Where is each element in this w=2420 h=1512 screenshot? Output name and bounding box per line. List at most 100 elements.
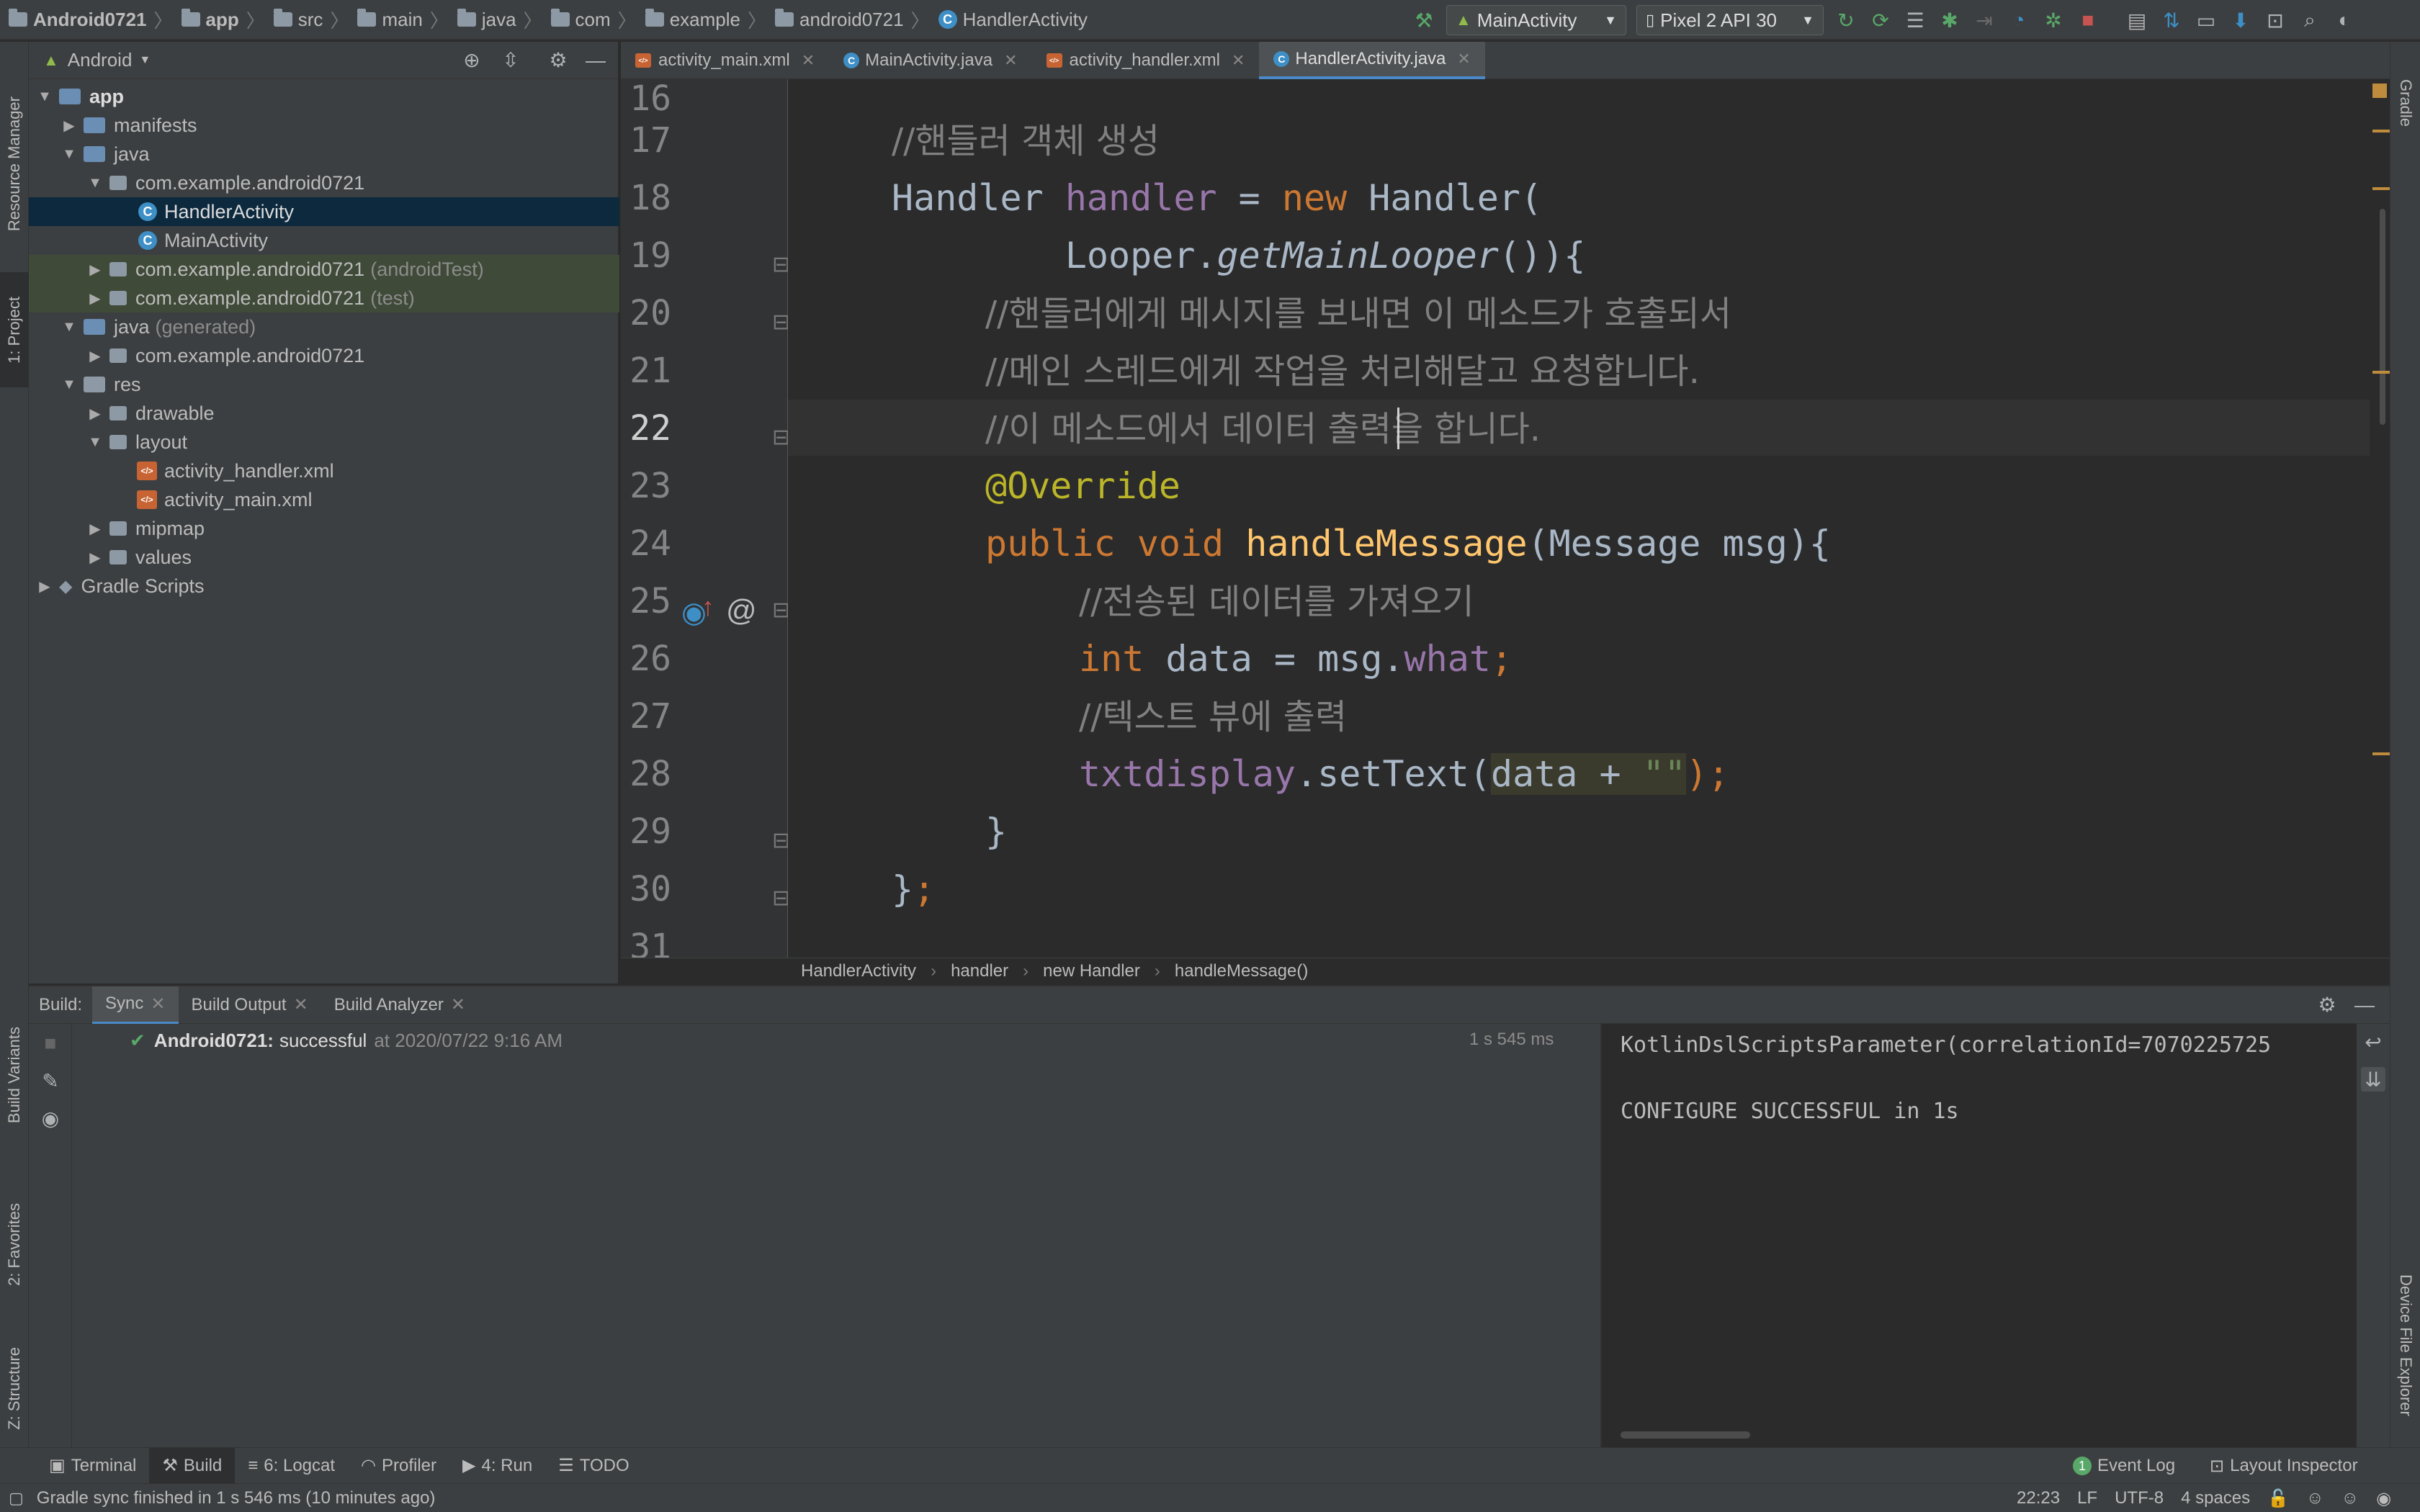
editor-scrollbar[interactable] bbox=[2370, 79, 2390, 958]
tab-activity-handler-xml[interactable]: </> activity_handler.xml ✕ bbox=[1032, 42, 1260, 79]
crumb-example[interactable]: example bbox=[670, 9, 740, 31]
debug-icon[interactable]: ✱ bbox=[1937, 8, 1962, 32]
close-icon[interactable]: ✕ bbox=[1457, 50, 1470, 68]
notifications-icon[interactable]: ◉ bbox=[2376, 1488, 2391, 1509]
expanded-arrow-icon[interactable]: ▼ bbox=[60, 377, 78, 393]
warning-mark[interactable] bbox=[2372, 752, 2390, 755]
attach-bug-icon[interactable]: ✲ bbox=[2041, 8, 2066, 32]
tab-build-analyzer[interactable]: Build Analyzer ✕ bbox=[321, 986, 478, 1024]
tool-logcat[interactable]: ≡ 6: Logcat bbox=[235, 1448, 348, 1484]
tree-item-manifests[interactable]: ▶ manifests bbox=[29, 111, 619, 140]
view-mode-select[interactable]: Android bbox=[68, 49, 133, 71]
tool-build[interactable]: ⚒ Build bbox=[149, 1447, 236, 1484]
collapsed-arrow-icon[interactable]: ▶ bbox=[36, 577, 53, 595]
tree-item-layout[interactable]: ▼ layout bbox=[29, 428, 619, 456]
collapsed-arrow-icon[interactable]: ▶ bbox=[86, 289, 104, 307]
gear-icon[interactable]: ⚙ bbox=[546, 48, 570, 73]
tab-resource-manager[interactable]: Resource Manager bbox=[0, 56, 29, 272]
tree-item-main-activity[interactable]: C MainActivity bbox=[29, 226, 619, 255]
tab-handler-activity-java[interactable]: C HandlerActivity.java ✕ bbox=[1259, 41, 1485, 79]
editor-crumb-method[interactable]: handleMessage() bbox=[1175, 961, 1308, 981]
tree-item-handler-activity[interactable]: C HandlerActivity bbox=[29, 197, 619, 226]
scroll-to-end-icon[interactable]: ⇊ bbox=[2361, 1067, 2385, 1092]
chevron-down-icon[interactable]: ▼ bbox=[139, 54, 151, 67]
editor-crumb-field[interactable]: handler bbox=[951, 961, 1008, 981]
close-icon[interactable]: ✕ bbox=[451, 994, 465, 1015]
memory-icon[interactable]: ☺ bbox=[2341, 1488, 2360, 1508]
tab-build-output[interactable]: Build Output ✕ bbox=[179, 986, 321, 1024]
locate-icon[interactable]: ⊕ bbox=[460, 48, 484, 73]
annotation-icon[interactable]: @ bbox=[726, 593, 757, 628]
override-arrow-icon[interactable]: ↑ bbox=[702, 592, 714, 622]
close-icon[interactable]: ✕ bbox=[802, 51, 815, 70]
crumb-java[interactable]: java bbox=[482, 9, 516, 31]
collapsed-arrow-icon[interactable]: ▶ bbox=[86, 520, 104, 538]
file-encoding[interactable]: UTF-8 bbox=[2115, 1488, 2164, 1508]
warning-mark[interactable] bbox=[2372, 130, 2390, 132]
sync-gradle-icon[interactable]: ⇅ bbox=[2159, 8, 2184, 32]
tree-item-test[interactable]: ▶ com.example.android0721 (test) bbox=[29, 284, 619, 312]
tree-item-package[interactable]: ▼ com.example.android0721 bbox=[29, 168, 619, 197]
warning-mark[interactable] bbox=[2372, 371, 2390, 374]
status-message[interactable]: Gradle sync finished in 1 s 546 ms (10 m… bbox=[37, 1488, 436, 1508]
ide-update-icon[interactable]: ◐ bbox=[2332, 8, 2357, 32]
device-select[interactable]: ▯ Pixel 2 API 30 ▼ bbox=[1636, 5, 1824, 35]
crumb-main[interactable]: main bbox=[382, 9, 422, 31]
layout-inspector-icon[interactable]: ⊡ bbox=[2263, 8, 2287, 32]
eye-icon[interactable]: ◉ bbox=[38, 1106, 63, 1130]
sdk-manager-icon[interactable]: ⬇ bbox=[2228, 8, 2253, 32]
tab-device-file-explorer[interactable]: Device File Explorer bbox=[2390, 1237, 2420, 1453]
lock-icon[interactable]: 🔓 bbox=[2267, 1488, 2289, 1509]
crumb-com[interactable]: com bbox=[575, 9, 611, 31]
run-config-select[interactable]: ▲ MainActivity ▼ bbox=[1446, 5, 1626, 35]
apply-changes-icon[interactable]: ⟳ bbox=[1868, 8, 1893, 32]
tab-sync[interactable]: Sync ✕ bbox=[92, 986, 179, 1024]
collapsed-arrow-icon[interactable]: ▶ bbox=[86, 405, 104, 423]
tree-item-generated-package[interactable]: ▶ com.example.android0721 bbox=[29, 341, 619, 370]
crumb-app[interactable]: app bbox=[206, 9, 239, 31]
tree-item-app[interactable]: ▼ app bbox=[29, 82, 619, 111]
tree-item-values[interactable]: ▶ values bbox=[29, 543, 619, 572]
indent-setting[interactable]: 4 spaces bbox=[2181, 1488, 2250, 1508]
collapsed-arrow-icon[interactable]: ▶ bbox=[60, 117, 78, 135]
window-icon[interactable]: ▢ bbox=[9, 1489, 24, 1508]
collapse-all-icon[interactable]: ⇳ bbox=[498, 48, 523, 73]
tree-item-activity-handler-xml[interactable]: </> activity_handler.xml bbox=[29, 456, 619, 485]
tool-todo[interactable]: ☰ TODO bbox=[545, 1448, 642, 1484]
editor-crumb-anon[interactable]: new Handler bbox=[1043, 961, 1140, 981]
tree-item-android-test[interactable]: ▶ com.example.android0721 (androidTest) bbox=[29, 255, 619, 284]
expanded-arrow-icon[interactable]: ▼ bbox=[60, 146, 78, 163]
horizontal-scrollbar[interactable] bbox=[1621, 1431, 1750, 1439]
tool-profiler[interactable]: ◠ Profiler bbox=[348, 1448, 449, 1484]
crumb-project[interactable]: Android0721 bbox=[33, 9, 147, 31]
minimize-icon[interactable]: — bbox=[2352, 993, 2377, 1017]
hammer-icon[interactable]: ⚒ bbox=[1412, 8, 1436, 32]
close-icon[interactable]: ✕ bbox=[151, 994, 165, 1014]
stop-icon[interactable]: ■ bbox=[38, 1031, 63, 1056]
tree-item-activity-main-xml[interactable]: </> activity_main.xml bbox=[29, 485, 619, 514]
crumb-src[interactable]: src bbox=[298, 9, 323, 31]
tool-layout-inspector[interactable]: ⊡ Layout Inspector bbox=[2197, 1448, 2371, 1484]
tree-item-gradle-scripts[interactable]: ▶ ◆ Gradle Scripts bbox=[29, 572, 619, 600]
attach-debugger-icon[interactable]: ⇥ bbox=[1972, 8, 1996, 32]
build-console[interactable]: KotlinDslScriptsParameter(correlationId=… bbox=[1600, 1024, 2357, 1449]
crumb-class[interactable]: HandlerActivity bbox=[963, 9, 1088, 31]
collapsed-arrow-icon[interactable]: ▶ bbox=[86, 549, 104, 567]
crumb-package[interactable]: android0721 bbox=[799, 9, 904, 31]
close-icon[interactable]: ✕ bbox=[294, 994, 308, 1015]
tab-project[interactable]: 1: Project bbox=[0, 272, 29, 387]
tool-terminal[interactable]: ▣ Terminal bbox=[36, 1448, 149, 1484]
tool-event-log[interactable]: 1 Event Log bbox=[2060, 1448, 2188, 1484]
gear-icon[interactable]: ⚙ bbox=[2315, 993, 2339, 1017]
minimize-icon[interactable]: — bbox=[583, 48, 608, 73]
soft-wrap-icon[interactable]: ↩ bbox=[2361, 1030, 2385, 1054]
caret-position[interactable]: 22:23 bbox=[2017, 1488, 2060, 1508]
build-result-row[interactable]: ✔ Android0721: successful at 2020/07/22 … bbox=[130, 1030, 563, 1052]
search-icon[interactable]: ⌕ bbox=[2298, 8, 2322, 32]
stop-icon[interactable]: ■ bbox=[2076, 8, 2100, 32]
expanded-arrow-icon[interactable]: ▼ bbox=[36, 89, 53, 105]
expanded-arrow-icon[interactable]: ▼ bbox=[86, 434, 104, 451]
close-icon[interactable]: ✕ bbox=[1004, 51, 1017, 70]
tree-item-mipmap[interactable]: ▶ mipmap bbox=[29, 514, 619, 543]
project-structure-icon[interactable]: ▤ bbox=[2125, 8, 2149, 32]
